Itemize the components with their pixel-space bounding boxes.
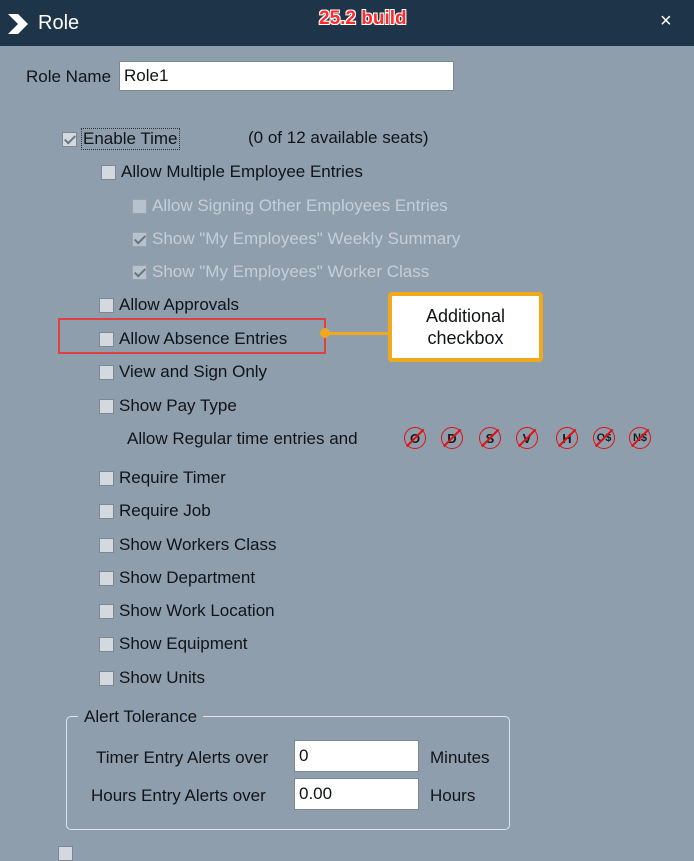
- option-require-timer[interactable]: Require Timer: [99, 466, 226, 490]
- checkbox: [132, 198, 147, 214]
- pay-type-n-dollar-icon[interactable]: N$: [629, 427, 651, 449]
- pay-type-s-icon[interactable]: S: [479, 427, 501, 449]
- role-name-label: Role Name: [26, 67, 112, 86]
- option-label: Allow Signing Other Employees Entries: [152, 196, 448, 215]
- checkbox[interactable]: [99, 603, 114, 619]
- role-name-input[interactable]: [119, 61, 454, 91]
- checkbox[interactable]: [101, 164, 116, 180]
- option-label: Require Timer: [119, 468, 226, 487]
- window-title: Role: [38, 12, 80, 34]
- alert-tolerance-legend: Alert Tolerance: [78, 707, 204, 727]
- checkbox[interactable]: [99, 537, 114, 553]
- pay-type-o-icon[interactable]: O: [404, 427, 426, 449]
- hours-entry-alerts-input[interactable]: [294, 778, 419, 810]
- option-label: Show Equipment: [119, 634, 248, 653]
- option-show-work-location[interactable]: Show Work Location: [99, 599, 275, 623]
- seats-info: (0 of 12 available seats): [248, 128, 429, 147]
- enable-time-label: Enable Time: [81, 128, 180, 150]
- callout-line-1: Additional: [425, 306, 506, 326]
- pay-type-o-dollar-icon[interactable]: O$: [593, 427, 615, 449]
- pay-type-v-icon[interactable]: V: [516, 427, 538, 449]
- hours-entry-alerts-unit: Hours: [430, 786, 476, 805]
- option-allow-multiple-employee-entries[interactable]: Allow Multiple Employee Entries: [101, 160, 363, 184]
- checkbox[interactable]: [99, 503, 114, 519]
- close-button[interactable]: ×: [660, 10, 672, 33]
- option-label: Show Pay Type: [119, 396, 237, 415]
- option-label: Show Work Location: [119, 601, 275, 620]
- checkbox[interactable]: [99, 364, 114, 380]
- option-allow-signing-other-employees: Allow Signing Other Employees Entries: [132, 194, 448, 218]
- option-label: Allow Approvals: [119, 295, 240, 314]
- option-view-and-sign-only[interactable]: View and Sign Only: [99, 360, 267, 384]
- checkbox: [132, 264, 147, 280]
- alert-tolerance-group: [66, 716, 510, 830]
- option-show-department[interactable]: Show Department: [99, 566, 255, 590]
- checkbox: [132, 231, 147, 247]
- option-show-workers-class[interactable]: Show Workers Class: [99, 533, 276, 557]
- callout-connector: [326, 332, 390, 335]
- enable-time-checkbox-row[interactable]: Enable Time: [62, 127, 180, 151]
- checkbox[interactable]: [99, 670, 114, 686]
- option-show-units[interactable]: Show Units: [99, 666, 205, 690]
- option-show-my-employees-weekly-summary: Show "My Employees" Weekly Summary: [132, 227, 460, 251]
- highlight-box: [58, 318, 326, 354]
- option-label: Require Job: [119, 501, 211, 520]
- option-show-pay-type[interactable]: Show Pay Type: [99, 394, 237, 418]
- checkbox[interactable]: [99, 297, 114, 313]
- option-show-my-employees-worker-class: Show "My Employees" Worker Class: [132, 260, 429, 284]
- pay-type-h-icon[interactable]: H: [556, 427, 578, 449]
- callout-connector-dot: [320, 328, 330, 338]
- timer-entry-alerts-input[interactable]: [294, 740, 419, 772]
- timer-entry-alerts-label: Timer Entry Alerts over: [96, 748, 269, 767]
- option-label: Show Units: [119, 668, 205, 687]
- enable-time-checkbox[interactable]: [62, 131, 77, 147]
- timer-entry-alerts-unit: Minutes: [430, 748, 490, 767]
- option-allow-approvals[interactable]: Allow Approvals: [99, 293, 239, 317]
- option-label: Show Workers Class: [119, 535, 277, 554]
- checkbox[interactable]: [99, 570, 114, 586]
- option-label: View and Sign Only: [119, 362, 268, 381]
- title-bar: Role 25.2 build ×: [0, 0, 694, 46]
- option-require-job[interactable]: Require Job: [99, 499, 211, 523]
- option-show-equipment[interactable]: Show Equipment: [99, 632, 248, 656]
- pay-type-d-icon[interactable]: D: [441, 427, 463, 449]
- option-label: Show "My Employees" Worker Class: [152, 262, 430, 281]
- option-label: Allow Multiple Employee Entries: [121, 162, 363, 181]
- pay-type-label: Allow Regular time entries and: [127, 429, 358, 448]
- checkbox[interactable]: [99, 398, 114, 414]
- callout-line-2: checkbox: [427, 328, 504, 348]
- callout-box: Additional checkbox: [388, 292, 543, 362]
- app-chevron-icon: [8, 14, 28, 34]
- option-label: Show Department: [119, 568, 256, 587]
- checkbox[interactable]: [99, 636, 114, 652]
- hours-entry-alerts-label: Hours Entry Alerts over: [91, 786, 266, 805]
- option-label: Show "My Employees" Weekly Summary: [152, 229, 461, 248]
- build-label: 25.2 build: [319, 8, 407, 29]
- checkbox[interactable]: [99, 470, 114, 486]
